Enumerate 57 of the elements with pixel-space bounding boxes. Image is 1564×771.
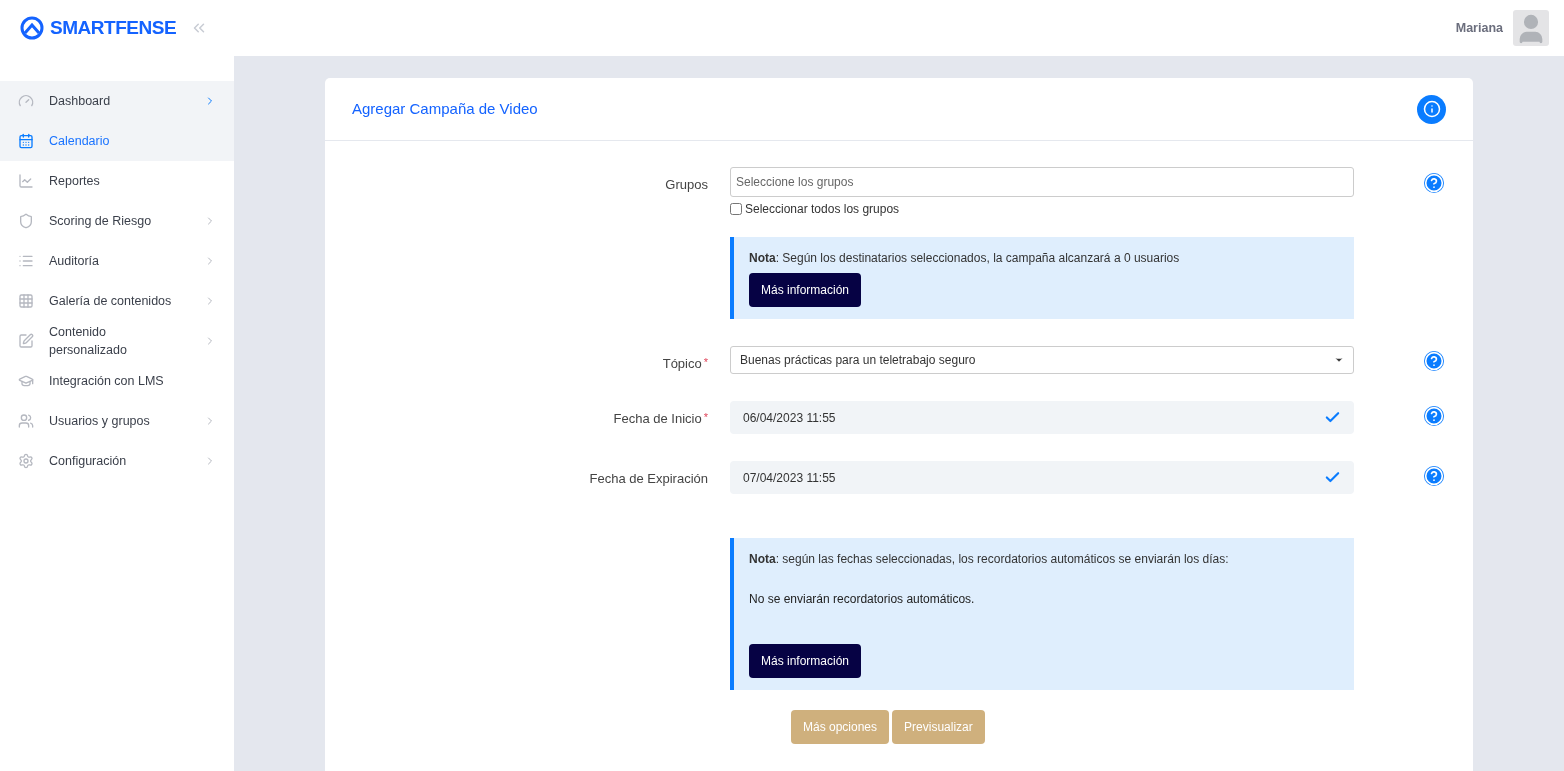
- logo-icon: [20, 16, 44, 40]
- date-field[interactable]: 06/04/2023 11:55: [730, 401, 1354, 434]
- note-detail: No se enviarán recordatorios automáticos.: [749, 591, 976, 608]
- sidebar-item[interactable]: Integración con LMS: [0, 361, 234, 401]
- help-icon[interactable]: [1424, 466, 1444, 486]
- users-icon: [18, 413, 34, 429]
- list-icon: [18, 253, 34, 269]
- calendar-icon: [18, 133, 34, 149]
- logo-text: SMARTFENSE: [50, 15, 177, 40]
- field-label: Fecha de Inicio: [613, 410, 702, 428]
- note-text: Nota: Según los destinatarios seleccionados, la campaña alcanzará a 0 usuarios: [749, 250, 1181, 267]
- sidebar-label: Scoring de Riesgo: [49, 213, 153, 230]
- sidebar-label: Usuarios y grupos: [49, 413, 151, 430]
- settings-icon: [18, 453, 34, 469]
- date-field[interactable]: 07/04/2023 11:55: [730, 461, 1354, 494]
- sidebar-label: Reportes: [49, 173, 101, 190]
- help-icon[interactable]: [1424, 351, 1444, 371]
- required-mark: *: [703, 355, 708, 370]
- sidebar-label: Galería de contenidos: [49, 293, 173, 310]
- topic-select[interactable]: Buenas prácticas para un teletrabajo seguro: [730, 346, 1354, 374]
- pencil-square-icon: [18, 333, 34, 349]
- sidebar-label: Dashboard: [49, 93, 112, 110]
- sidebar-item[interactable]: Auditoría: [0, 241, 234, 281]
- sidebar-label: Auditoría: [49, 253, 101, 270]
- sidebar-item[interactable]: Configuración: [0, 441, 234, 481]
- sidebar-item[interactable]: Usuarios y grupos: [0, 401, 234, 441]
- required-mark: *: [703, 410, 708, 425]
- sidebar-item[interactable]: Dashboard: [0, 81, 234, 121]
- help-icon[interactable]: [1424, 406, 1444, 426]
- more-info-button[interactable]: Más información: [749, 273, 862, 307]
- sidebar-label: Contenido personalizado: [49, 324, 128, 359]
- card-title: Agregar Campaña de Video: [352, 98, 538, 119]
- sidebar-label: Configuración: [49, 453, 128, 470]
- sidebar-item[interactable]: Contenido personalizado: [0, 321, 234, 361]
- groups-field[interactable]: Seleccione los grupos: [730, 167, 1354, 197]
- field-label: Grupos: [665, 176, 708, 194]
- gauge-icon: [18, 93, 34, 109]
- field-label: Tópico: [662, 355, 702, 373]
- sidebar-label: Integración con LMS: [49, 373, 165, 390]
- select-all-checkbox[interactable]: [730, 203, 742, 215]
- sidebar-item[interactable]: Scoring de Riesgo: [0, 201, 234, 241]
- more-info-button[interactable]: Más información: [749, 644, 862, 678]
- grid-icon: [18, 293, 34, 309]
- sidebar-item[interactable]: Calendario: [0, 121, 234, 161]
- graduation-cap-icon: [18, 373, 34, 389]
- user-name[interactable]: Mariana: [1455, 18, 1503, 38]
- dropdown-caret-icon: [1334, 355, 1344, 365]
- note-text: Nota: según las fechas seleccionadas, los recordatorios automáticos se enviarán los días:: [749, 551, 1230, 568]
- help-icon[interactable]: [1424, 173, 1444, 193]
- sidebar-item[interactable]: Galería de contenidos: [0, 281, 234, 321]
- sidebar-item[interactable]: Reportes: [0, 161, 234, 201]
- shield-icon: [18, 213, 34, 229]
- sidebar-label: Calendario: [49, 133, 111, 150]
- info-icon[interactable]: [1417, 94, 1446, 124]
- checkbox-label: Seleccionar todos los grupos: [745, 201, 900, 218]
- line-chart-icon: [18, 173, 34, 189]
- field-label: Fecha de Expiración: [589, 470, 708, 488]
